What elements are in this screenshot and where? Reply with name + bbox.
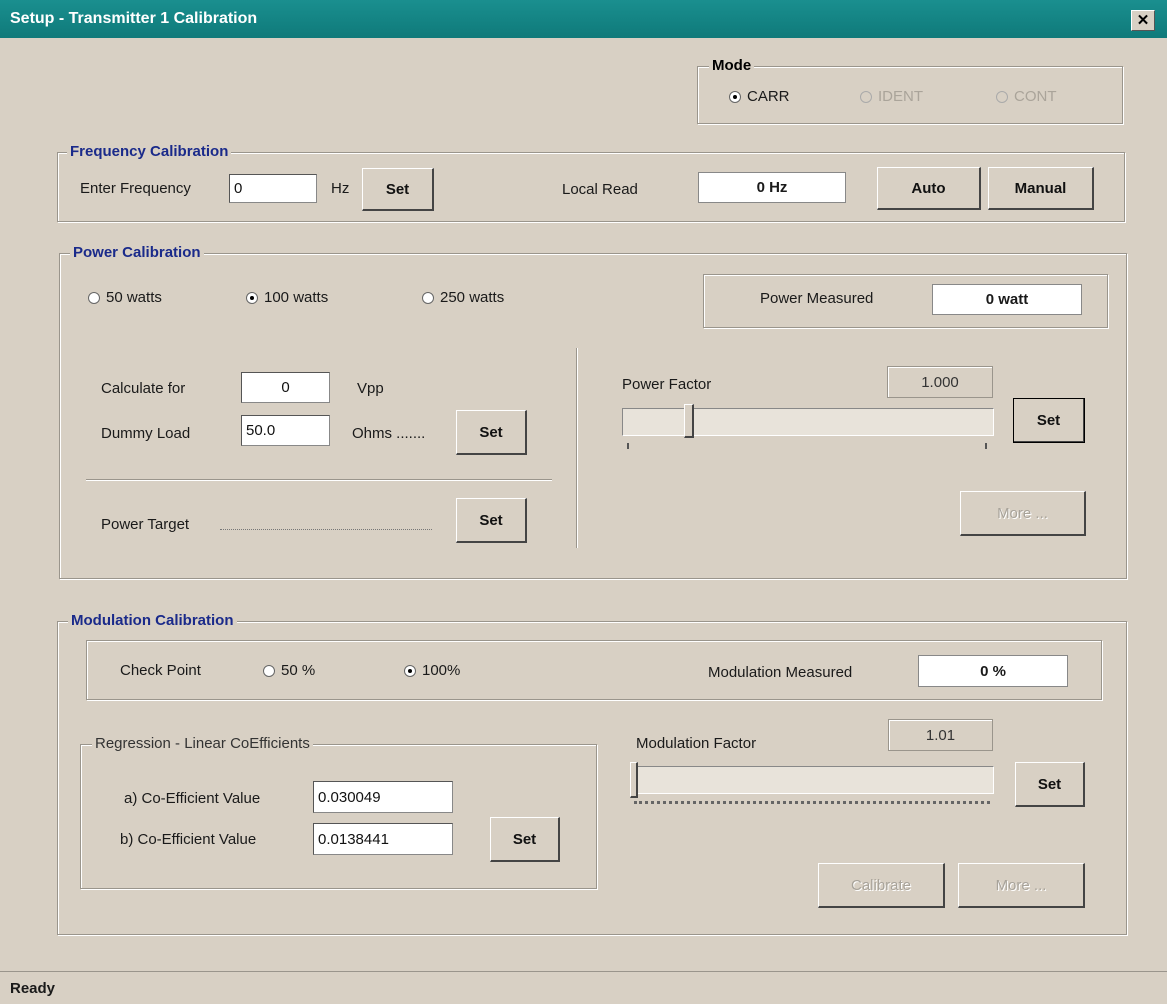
regression-legend: Regression - Linear CoEfficients: [92, 735, 313, 752]
mode-radio-label: IDENT: [878, 88, 923, 105]
checkpoint-label: Check Point: [120, 662, 201, 679]
power-factor-slider-thumb[interactable]: [684, 404, 694, 438]
title-bar: Setup - Transmitter 1 Calibration ✕: [0, 0, 1167, 38]
mode-radio-label: CONT: [1014, 88, 1057, 105]
local-read-label: Local Read: [562, 181, 638, 198]
power-radio-label: 100 watts: [264, 289, 329, 306]
modulation-more-button[interactable]: More ...: [958, 863, 1085, 908]
slider-tick-right: [985, 443, 987, 449]
coeff-set-button[interactable]: Set: [490, 817, 560, 862]
dummy-load-unit: Ohms .......: [352, 425, 426, 442]
modulation-factor-value: 1.01: [888, 719, 993, 751]
coeff-b-label: b) Co-Efficient Value: [120, 831, 257, 848]
close-icon[interactable]: ✕: [1131, 10, 1155, 31]
power-more-button[interactable]: More ...: [960, 491, 1086, 536]
radio-selected-icon: [404, 664, 416, 677]
coeff-b-input[interactable]: [313, 823, 453, 855]
checkpoint-radio-50[interactable]: 50 %: [263, 662, 315, 679]
checkpoint-radio-label: 50 %: [281, 662, 316, 679]
modulation-factor-set-button[interactable]: Set: [1015, 762, 1085, 807]
frequency-legend: Frequency Calibration: [67, 143, 232, 160]
power-measured-label: Power Measured: [760, 290, 874, 307]
dummy-load-set-button[interactable]: Set: [456, 410, 527, 455]
power-radio-label: 250 watts: [440, 289, 505, 306]
power-target-leader: [220, 528, 432, 530]
status-text: Ready: [10, 980, 56, 997]
power-target-label: Power Target: [101, 516, 190, 533]
dummy-load-input[interactable]: [241, 415, 330, 446]
power-measured-value: 0 watt: [932, 284, 1082, 315]
mode-radio-cont[interactable]: CONT: [996, 88, 1057, 105]
slider-tick-left: [627, 443, 629, 449]
modulation-factor-label: Modulation Factor: [636, 735, 757, 752]
radio-icon: [263, 664, 275, 677]
calculate-for-input[interactable]: [241, 372, 330, 403]
radio-selected-icon: [729, 90, 741, 103]
local-read-value: 0 Hz: [698, 172, 846, 203]
mode-radio-ident[interactable]: IDENT: [860, 88, 923, 105]
mode-legend: Mode: [709, 57, 755, 74]
modulation-slider-ticks: [634, 800, 990, 804]
frequency-input[interactable]: [229, 174, 317, 203]
auto-button[interactable]: Auto: [877, 167, 981, 210]
power-factor-slider-track[interactable]: [622, 408, 994, 436]
radio-icon: [860, 90, 872, 103]
coeff-a-label: a) Co-Efficient Value: [124, 790, 261, 807]
radio-icon: [88, 291, 100, 304]
calibrate-button[interactable]: Calibrate: [818, 863, 945, 908]
power-radio-label: 50 watts: [106, 289, 162, 306]
power-legend: Power Calibration: [70, 244, 204, 261]
calculate-for-label: Calculate for: [101, 380, 186, 397]
window-title: Setup - Transmitter 1 Calibration: [10, 10, 258, 27]
checkpoint-radio-100[interactable]: 100%: [404, 662, 460, 679]
manual-button[interactable]: Manual: [988, 167, 1094, 210]
radio-icon: [996, 90, 1008, 103]
mode-radio-label: CARR: [747, 88, 790, 105]
modulation-legend: Modulation Calibration: [68, 612, 237, 629]
enter-frequency-label: Enter Frequency: [80, 180, 191, 197]
power-factor-label: Power Factor: [622, 376, 712, 393]
modulation-factor-slider-track[interactable]: [630, 766, 994, 794]
calculate-unit: Vpp: [357, 380, 384, 397]
checkpoint-radio-label: 100%: [422, 662, 461, 679]
modulation-measured-label: Modulation Measured: [708, 664, 853, 681]
power-divider-horizontal: [86, 479, 552, 480]
modulation-measured-value: 0 %: [918, 655, 1068, 687]
radio-icon: [422, 291, 434, 304]
frequency-set-button[interactable]: Set: [362, 168, 434, 211]
power-target-set-button[interactable]: Set: [456, 498, 527, 543]
power-factor-value: 1.000: [887, 366, 993, 398]
power-factor-set-button[interactable]: Set: [1013, 398, 1085, 443]
status-bar: Ready: [0, 971, 1167, 1004]
dummy-load-label: Dummy Load: [101, 425, 191, 442]
radio-selected-icon: [246, 291, 258, 304]
mode-radio-carr[interactable]: CARR: [729, 88, 790, 105]
power-radio-50[interactable]: 50 watts: [88, 289, 162, 306]
frequency-unit: Hz: [331, 180, 350, 197]
power-radio-250[interactable]: 250 watts: [422, 289, 504, 306]
coeff-a-input[interactable]: [313, 781, 453, 813]
power-radio-100[interactable]: 100 watts: [246, 289, 328, 306]
modulation-factor-slider-thumb[interactable]: [630, 762, 638, 798]
power-divider-vertical: [576, 348, 577, 548]
